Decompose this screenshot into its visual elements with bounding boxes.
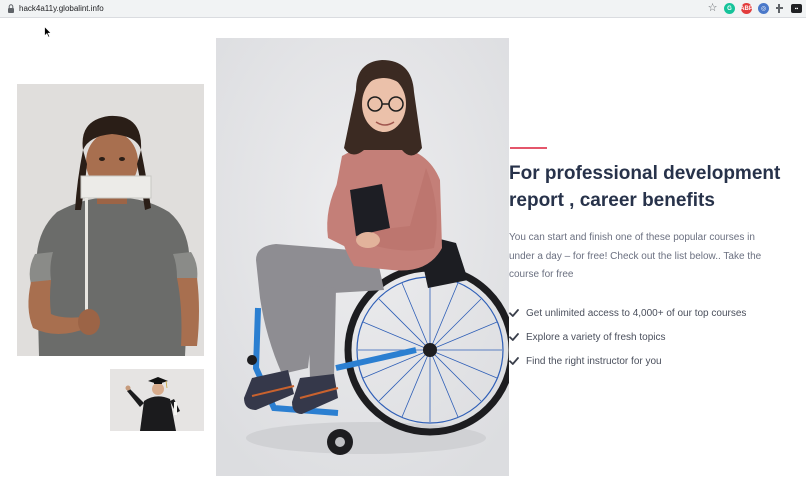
checkmark-icon [509,357,519,365]
grammarly-extension-icon[interactable]: G [724,3,735,14]
benefit-item-right-instructor: Find the right instructor for you [509,349,746,373]
lock-icon[interactable] [7,4,15,13]
blue-extension-icon[interactable]: ◎ [758,3,769,14]
benefits-list: Get unlimited access to 4,000+ of our to… [509,301,746,373]
benefit-text: Get unlimited access to 4,000+ of our to… [526,307,747,319]
man-holding-sign-photo [17,84,204,356]
browser-address-bar: hack4a11y.globalint.info ☆ G ABP ◎ ▪▪ [0,0,806,18]
checkmark-icon [509,333,519,341]
browser-toolbar-icons: ☆ G ABP ◎ ▪▪ [707,2,802,15]
camera-extension-icon[interactable]: ▪▪ [791,4,802,13]
graduate-photo [110,369,204,431]
adblock-extension-icon[interactable]: ABP [740,3,753,14]
benefit-item-unlimited-access: Get unlimited access to 4,000+ of our to… [509,301,746,325]
benefit-text: Explore a variety of fresh topics [526,331,666,343]
benefit-item-fresh-topics: Explore a variety of fresh topics [509,325,746,349]
checkmark-icon [509,309,519,317]
star-icon[interactable]: ☆ [707,3,718,14]
section-description: You can start and finish one of these po… [509,232,762,280]
url-text[interactable]: hack4a11y.globalint.info [19,3,104,14]
puzzle-extension-icon[interactable] [775,3,785,14]
accent-line-divider [510,147,547,149]
section-heading: For professional development report , ca… [509,163,781,211]
mouse-cursor-icon [44,26,52,38]
woman-wheelchair-photo [216,38,509,476]
benefit-text: Find the right instructor for you [526,355,662,367]
